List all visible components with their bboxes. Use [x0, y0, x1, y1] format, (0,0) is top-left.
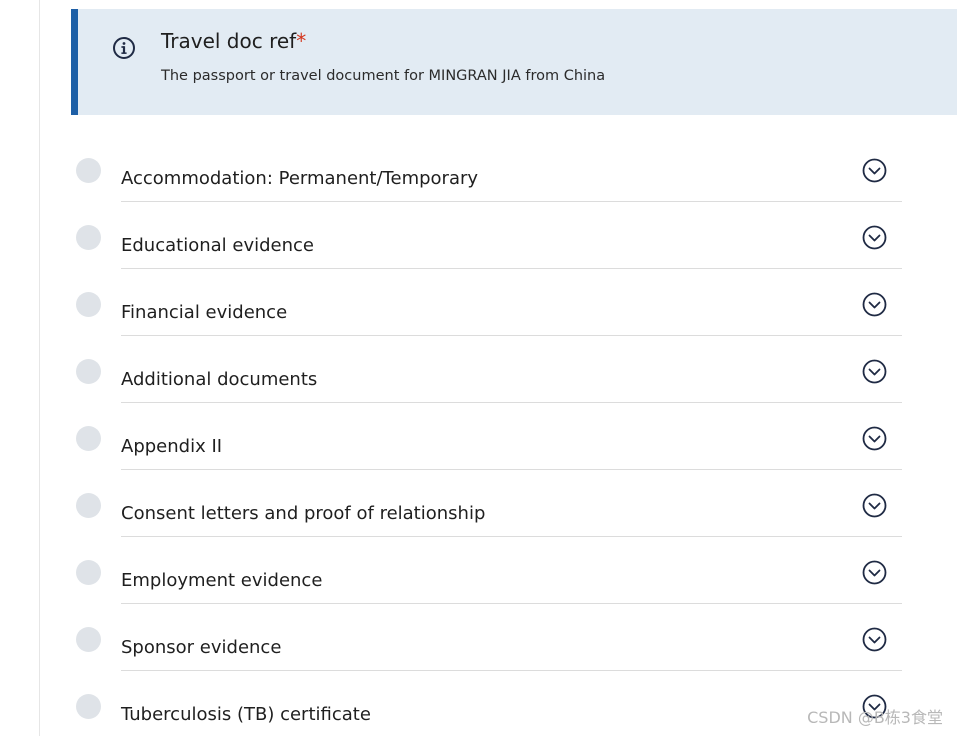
chevron-down-circle-icon[interactable] [862, 158, 887, 183]
chevron-down-circle-icon[interactable] [862, 493, 887, 518]
status-dot [76, 225, 101, 250]
document-label: Tuberculosis (TB) certificate [121, 704, 371, 725]
document-row[interactable]: Financial evidence [0, 269, 957, 336]
status-dot [76, 292, 101, 317]
document-row[interactable]: Appendix II [0, 403, 957, 470]
status-dot [76, 426, 101, 451]
document-label: Employment evidence [121, 570, 323, 591]
status-dot [76, 493, 101, 518]
status-dot [76, 694, 101, 719]
status-dot [76, 359, 101, 384]
document-row[interactable]: Accommodation: Permanent/Temporary [0, 135, 957, 202]
info-description: The passport or travel document for MING… [161, 68, 606, 84]
document-label: Educational evidence [121, 235, 314, 256]
document-label: Financial evidence [121, 302, 288, 323]
required-marker: * [296, 29, 307, 53]
chevron-down-circle-icon[interactable] [862, 292, 887, 317]
travel-doc-info-panel: Travel doc ref* The passport or travel d… [71, 9, 957, 115]
info-icon [112, 36, 136, 60]
status-dot [76, 627, 101, 652]
chevron-down-circle-icon[interactable] [862, 225, 887, 250]
page: Travel doc ref* The passport or travel d… [0, 0, 957, 736]
document-row[interactable]: Sponsor evidence [0, 604, 957, 671]
document-list: Accommodation: Permanent/Temporary Educa… [0, 135, 957, 736]
document-label: Consent letters and proof of relationshi… [121, 503, 486, 524]
document-label: Appendix II [121, 436, 223, 457]
document-row[interactable]: Additional documents [0, 336, 957, 403]
status-dot [76, 158, 101, 183]
status-dot [76, 560, 101, 585]
info-title-text: Travel doc ref [161, 29, 297, 53]
document-row[interactable]: Educational evidence [0, 202, 957, 269]
chevron-down-circle-icon[interactable] [862, 627, 887, 652]
document-label: Additional documents [121, 369, 318, 390]
watermark: CSDN @B栋3食堂 [807, 708, 943, 727]
info-title: Travel doc ref* [161, 29, 306, 53]
document-label: Accommodation: Permanent/Temporary [121, 168, 479, 189]
chevron-down-circle-icon[interactable] [862, 359, 887, 384]
chevron-down-circle-icon[interactable] [862, 426, 887, 451]
document-label: Sponsor evidence [121, 637, 282, 658]
chevron-down-circle-icon[interactable] [862, 560, 887, 585]
document-row[interactable]: Employment evidence [0, 537, 957, 604]
document-row[interactable]: Consent letters and proof of relationshi… [0, 470, 957, 537]
